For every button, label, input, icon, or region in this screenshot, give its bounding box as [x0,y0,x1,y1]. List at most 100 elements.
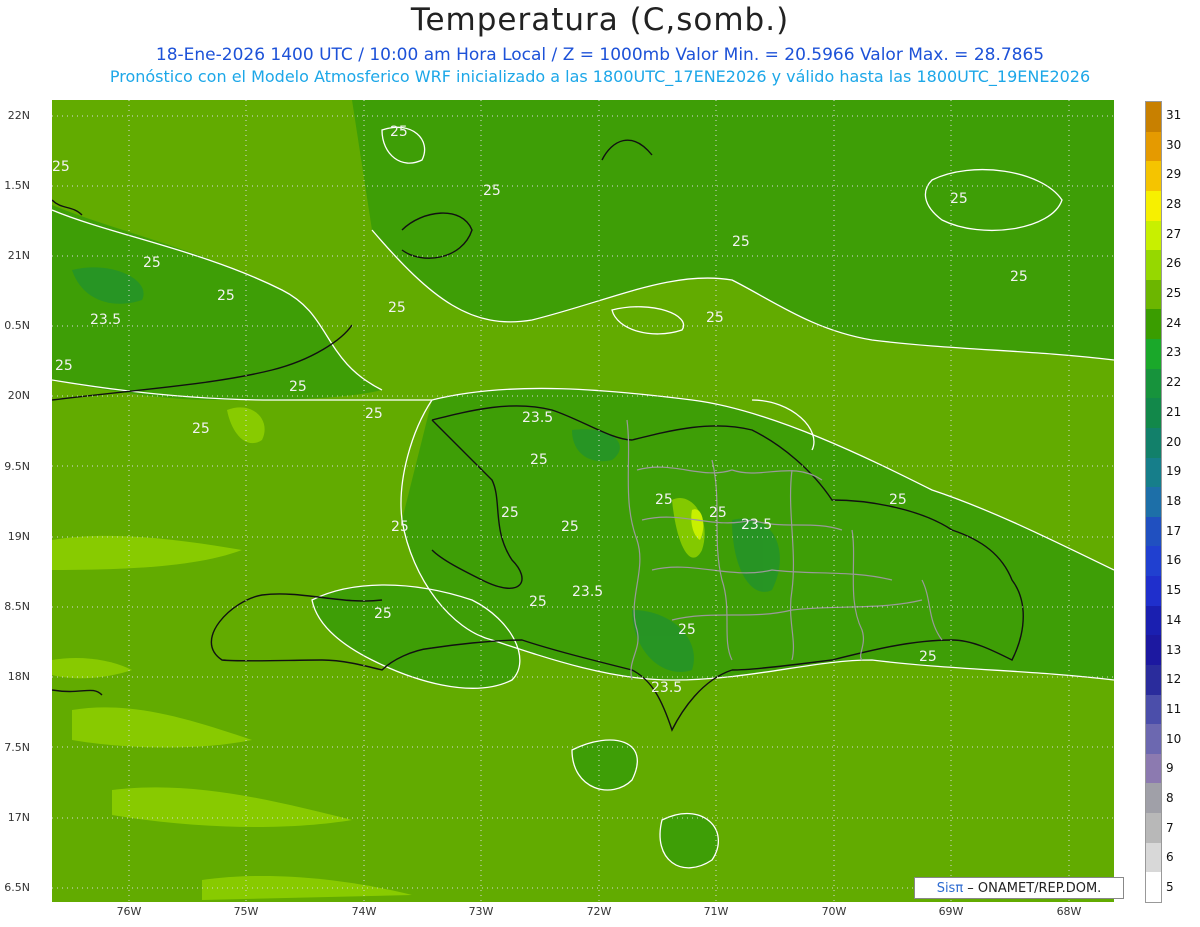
colorbar-label: 20 [1166,434,1182,449]
contour-label: 25 [655,492,673,508]
colorbar-segment [1146,309,1161,339]
colorbar-label: 13 [1166,642,1182,657]
contour-label: 25 [501,505,519,521]
credit-text: – ONAMET/REP.DOM. [963,881,1102,896]
colorbar-segment [1146,724,1161,754]
colorbar-label: 5 [1166,880,1174,895]
contour-label: 25 [1010,269,1028,285]
colorbar-segment [1146,131,1161,162]
contour-label: 25 [732,234,750,250]
colorbar-label: 18 [1166,494,1182,508]
colorbar-label: 23 [1166,345,1182,360]
colorbar-label: 6 [1166,850,1174,865]
colorbar-segment [1146,190,1161,221]
temperature-map: 25 25 25 25 25 25 25 25 25 25 25 25 25 2… [52,100,1114,902]
colorbar-label: 25 [1166,286,1182,301]
contour-label: 25 [55,358,73,374]
colorbar-segment [1146,102,1161,132]
contour-label: 25 [52,159,70,175]
colorbar-label: 15 [1166,583,1182,598]
lat-label: 8.5N [4,600,30,613]
lat-label: 18N [7,670,30,683]
colorbar-label: 21 [1166,404,1182,419]
colorbar-label: 27 [1166,226,1182,241]
contour-label: 25 [390,124,408,140]
lat-label: 19N [7,530,30,543]
contour-label: 25 [483,183,501,199]
colorbar-segment [1146,220,1161,251]
lat-label: 6.5N [4,881,30,894]
colorbar-label: 8 [1166,791,1174,806]
contour-label: 25 [706,310,724,326]
colorbar-segment [1146,605,1161,636]
colorbar-segment [1146,546,1161,576]
colorbar-segment [1146,872,1161,902]
colorbar-segment [1146,279,1161,310]
colorbar-segment [1146,427,1161,458]
lat-label: 20N [7,389,30,402]
lon-label: 75W [233,905,259,918]
colorbar-label: 22 [1166,375,1182,390]
lat-label: 0.5N [4,319,30,332]
colorbar-label: 10 [1166,731,1182,746]
colorbar-label: 17 [1166,523,1182,538]
colorbar-segment [1146,694,1161,725]
colorbar-segment [1146,161,1161,191]
contour-label: 23.5 [572,584,603,600]
contour-label: 25 [529,594,547,610]
temperature-colorbar [1145,101,1162,903]
lon-label: 74W [351,905,377,918]
lat-label: 17N [7,811,30,824]
sispi-logo: Sisπ [936,881,964,896]
colorbar-label: 31 [1166,107,1182,122]
lon-label: 72W [586,905,612,918]
map-subtitle-model: Pronóstico con el Modelo Atmosferico WRF… [109,67,1091,86]
map-subtitle-time: 18-Ene-2026 1400 UTC / 10:00 am Hora Loc… [155,45,1045,65]
contour-label: 25 [388,300,406,316]
colorbar-segment [1146,398,1161,428]
lon-label: 73W [468,905,494,918]
colorbar-segment [1146,813,1161,843]
contour-label: 25 [678,622,696,638]
contour-label: 25 [561,519,579,535]
contour-label: 25 [919,649,937,665]
colorbar-segment [1146,368,1161,399]
lat-label: 21N [7,249,30,262]
colorbar-label: 26 [1166,256,1182,271]
contour-label: 25 [143,255,161,271]
credit-box: Sisπ – ONAMET/REP.DOM. [914,877,1124,899]
contour-label: 23.5 [90,312,121,328]
colorbar-label: 11 [1166,701,1182,716]
contour-label: 23.5 [522,410,553,426]
colorbar-label: 24 [1166,315,1182,330]
contour-label: 25 [192,421,210,437]
lon-label: 71W [703,905,729,918]
contour-label: 23.5 [741,517,772,533]
colorbar-segment [1146,664,1161,695]
lon-label: 69W [938,905,964,918]
colorbar-segment [1146,842,1161,873]
colorbar-label: 12 [1166,672,1182,687]
colorbar-segment [1146,457,1161,488]
contour-label: 25 [530,452,548,468]
colorbar-label: 28 [1166,196,1182,211]
lon-label: 68W [1056,905,1082,918]
colorbar-label: 14 [1166,612,1182,627]
colorbar-segment [1146,516,1161,547]
map-title: Temperatura (C,somb.) [410,2,790,38]
lon-label: 70W [821,905,847,918]
lat-label: 9.5N [4,460,30,473]
lat-label: 7.5N [4,741,30,754]
colorbar-label: 30 [1166,137,1182,152]
contour-label: 25 [289,379,307,395]
colorbar-segment [1146,576,1161,606]
contour-label: 25 [365,406,383,422]
contour-label: 25 [374,606,392,622]
colorbar-segment [1146,339,1161,369]
colorbar-segment [1146,487,1161,517]
lon-label: 76W [116,905,142,918]
contour-label: 25 [709,505,727,521]
colorbar-label: 29 [1166,167,1182,182]
contour-label: 25 [391,519,409,535]
colorbar-label: 16 [1166,553,1182,568]
